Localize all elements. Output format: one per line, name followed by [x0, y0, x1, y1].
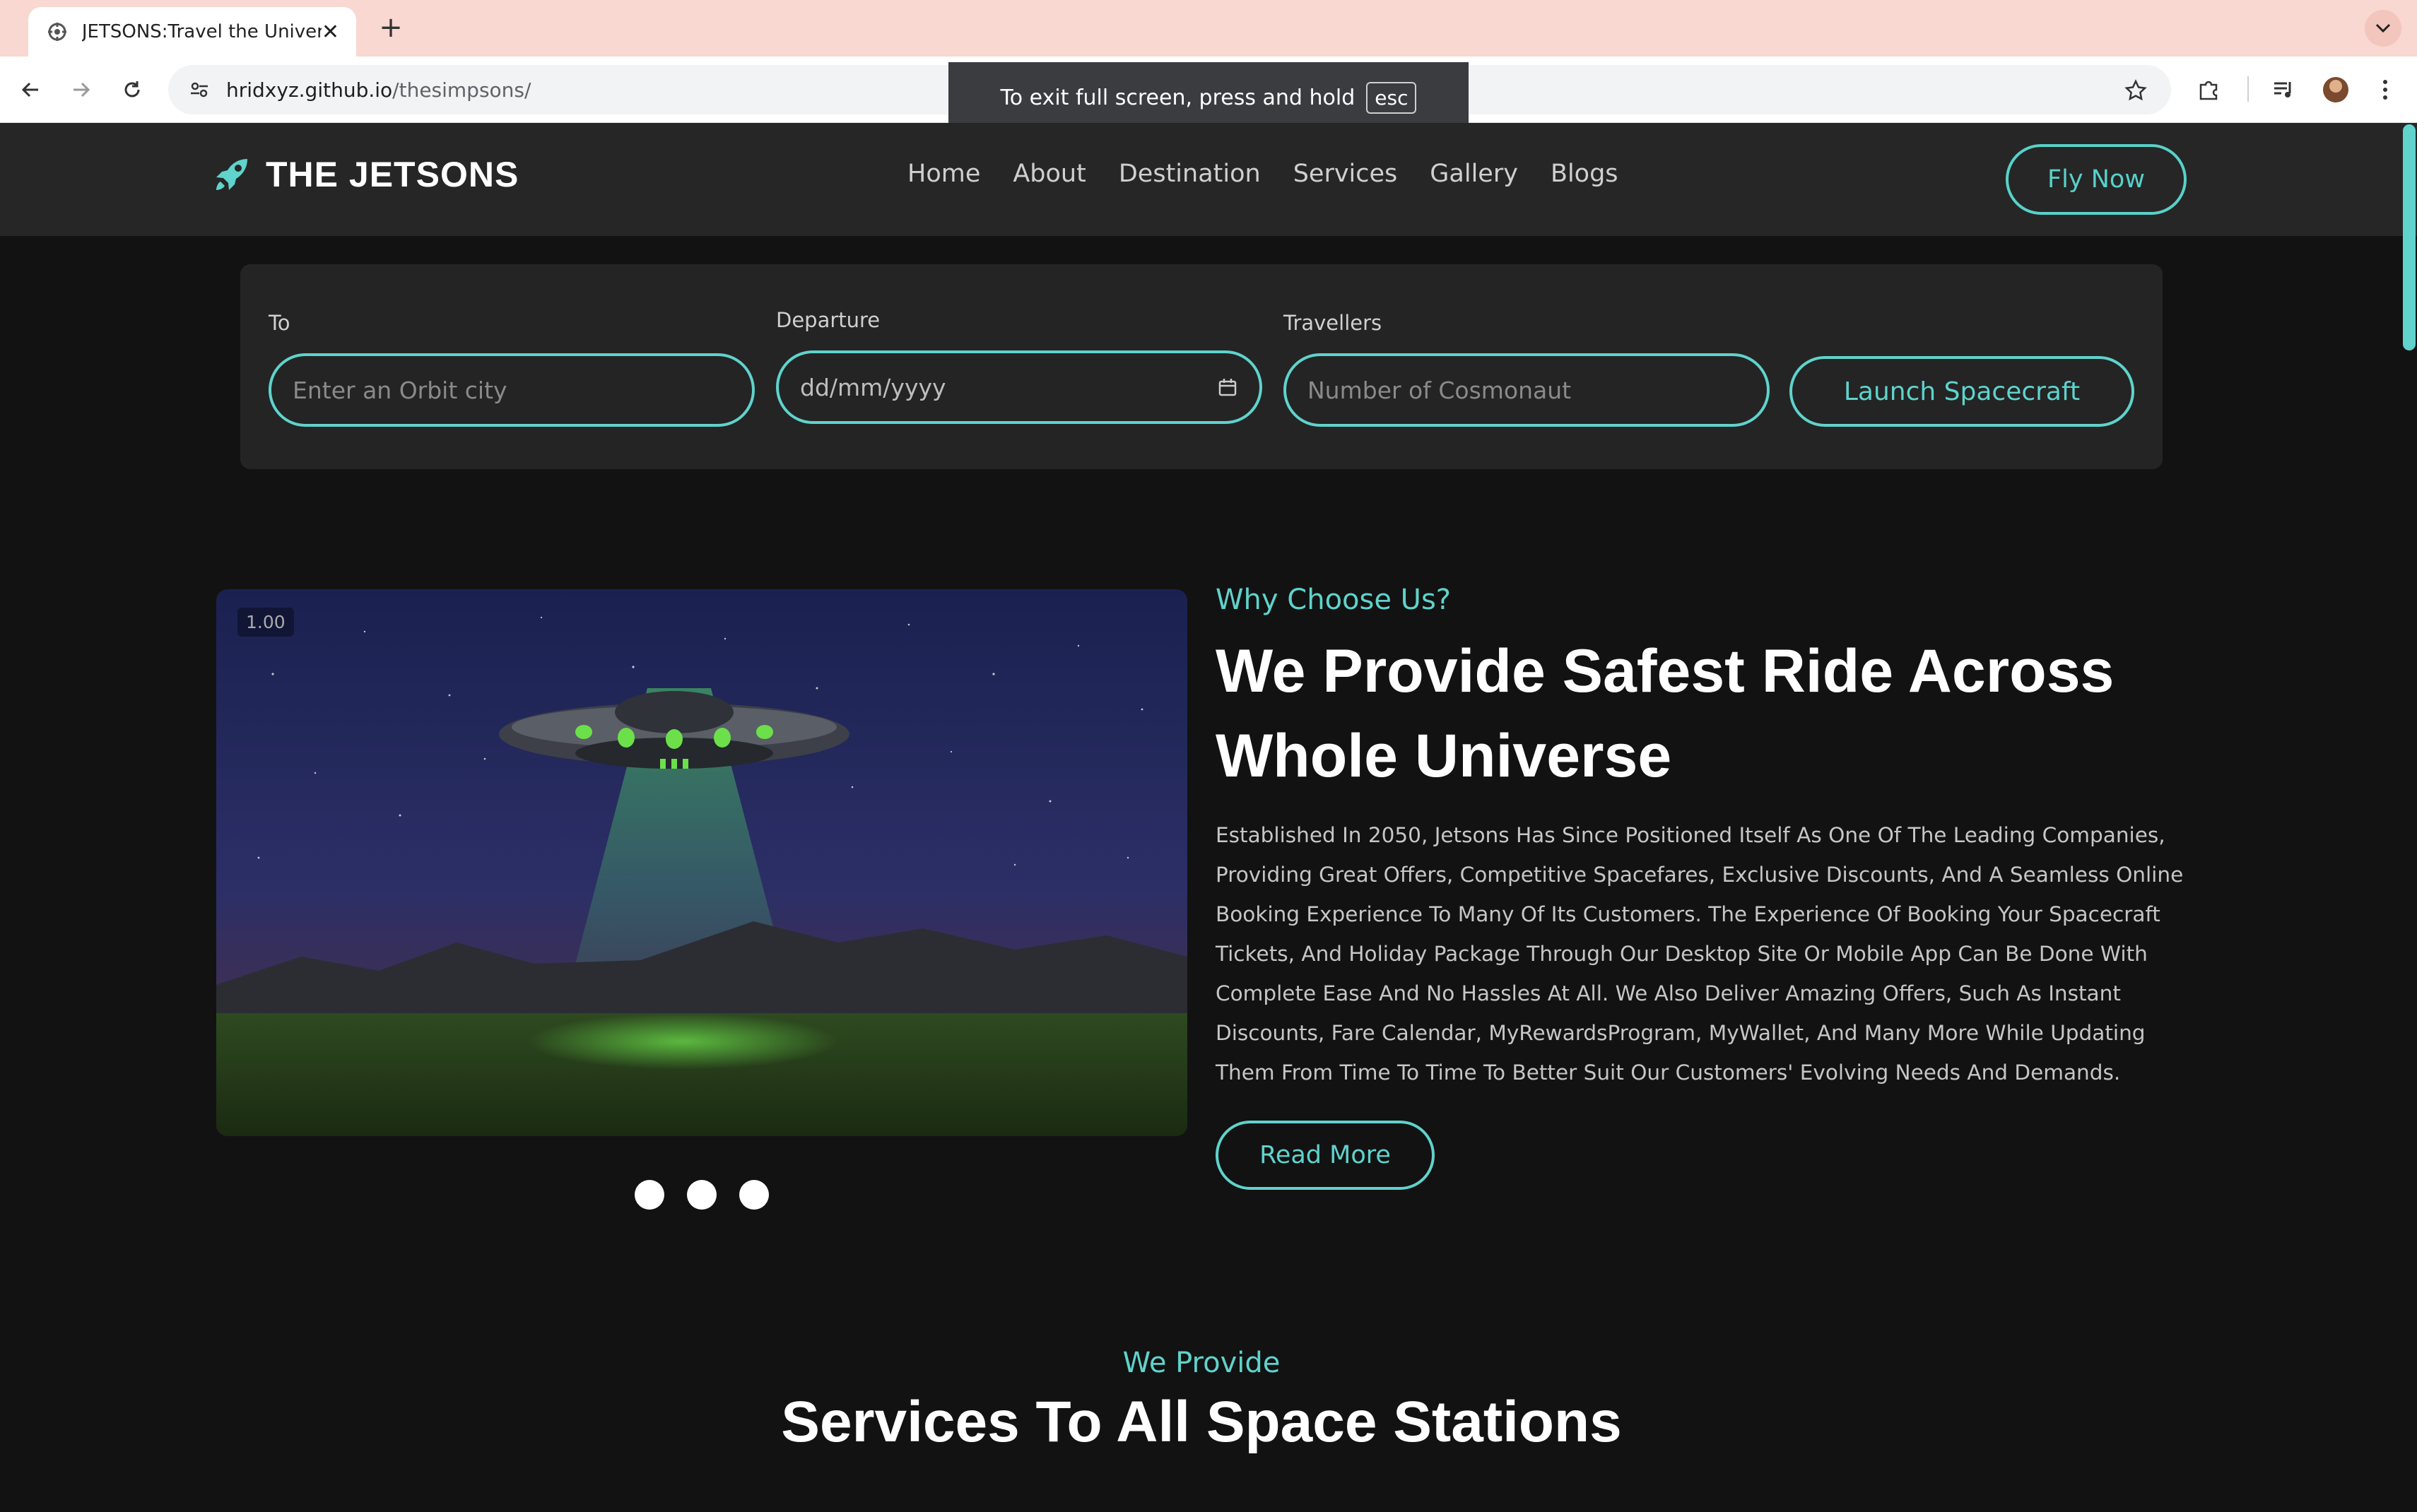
main-nav: Home About Destination Services Gallery … [907, 160, 1618, 188]
esc-key-hint: esc [1366, 81, 1417, 114]
nav-services[interactable]: Services [1293, 160, 1398, 188]
fullscreen-exit-toast: To exit full screen, press and hold esc [948, 62, 1469, 133]
back-arrow-icon[interactable] [13, 72, 48, 107]
site-header: THE JETSONS Home About Destination Servi… [0, 123, 2417, 236]
read-more-button[interactable]: Read More [1216, 1121, 1435, 1190]
browser-tab[interactable]: JETSONS:Travel the Universe ✕ [28, 7, 356, 57]
departure-label: Departure [776, 308, 881, 332]
calendar-icon[interactable] [1217, 377, 1238, 398]
slide-zoom-badge: 1.00 [237, 608, 294, 637]
browser-menu-icon[interactable] [2368, 72, 2403, 107]
slider-dot[interactable] [635, 1180, 664, 1210]
page-scrollbar-thumb[interactable] [2403, 124, 2416, 350]
profile-avatar[interactable] [2318, 72, 2353, 107]
departure-date-input[interactable]: dd/mm/yyyy [776, 350, 1262, 424]
nav-about[interactable]: About [1013, 160, 1086, 188]
toolbar-divider [2247, 76, 2249, 102]
slider-dot[interactable] [687, 1180, 717, 1210]
services-eyebrow: We Provide [1122, 1347, 1281, 1379]
tab-title: JETSONS:Travel the Universe [81, 21, 322, 42]
to-label: To [269, 311, 290, 335]
hero-description: Established In 2050, Jetsons Has Since P… [1216, 823, 2184, 1085]
booking-form: To Enter an Orbit city Departure dd/mm/y… [240, 264, 2163, 469]
media-queue-icon[interactable] [2266, 72, 2301, 107]
url-text: hridxyz.github.io/thesimpsons/ [226, 78, 531, 102]
hero-title: We Provide Safest Ride Across Whole Univ… [1216, 637, 2115, 790]
new-tab-icon[interactable]: + [373, 10, 408, 45]
rocket-icon [216, 159, 247, 190]
destination-city-input[interactable]: Enter an Orbit city [269, 353, 755, 427]
nav-gallery[interactable]: Gallery [1430, 160, 1518, 188]
tab-close-icon[interactable]: ✕ [322, 20, 339, 45]
slider-dots [635, 1180, 769, 1210]
extensions-puzzle-icon[interactable] [2191, 72, 2226, 107]
reload-icon[interactable] [114, 72, 150, 107]
site-favicon-icon [45, 20, 69, 44]
travellers-label: Travellers [1283, 311, 1382, 335]
nav-blogs[interactable]: Blogs [1551, 160, 1618, 188]
fly-now-button[interactable]: Fly Now [2006, 144, 2187, 215]
ufo-night-scene [216, 589, 1187, 1136]
site-logo[interactable]: THE JETSONS [212, 154, 519, 195]
why-choose-eyebrow: Why Choose Us? [1216, 584, 1452, 616]
nav-destination[interactable]: Destination [1119, 160, 1261, 188]
slider-dot[interactable] [739, 1180, 769, 1210]
launch-spacecraft-button[interactable]: Launch Spacecraft [1789, 356, 2134, 427]
nav-home[interactable]: Home [907, 160, 980, 188]
travellers-count-input[interactable]: Number of Cosmonaut [1283, 353, 1770, 427]
forward-arrow-icon[interactable] [64, 72, 99, 107]
services-title: Services To All Space Stations [781, 1390, 1622, 1454]
browser-tab-strip: JETSONS:Travel the Universe ✕ + [0, 0, 2417, 57]
ufo-slider-image[interactable]: 1.00 [216, 589, 1187, 1136]
bookmark-star-icon[interactable] [2120, 75, 2151, 106]
site-settings-icon[interactable] [185, 76, 213, 104]
tab-search-chevron-icon[interactable] [2365, 10, 2401, 47]
logo-text: THE JETSONS [266, 155, 519, 194]
